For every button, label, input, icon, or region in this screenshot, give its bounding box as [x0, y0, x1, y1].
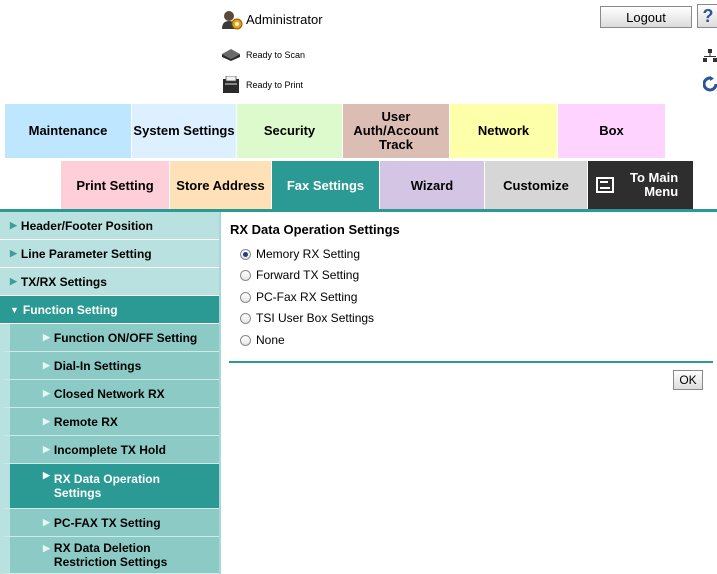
triangle-right-icon: ▶	[43, 388, 50, 398]
radio-pc-fax-rx-setting[interactable]: PC-Fax RX Setting	[240, 290, 357, 304]
tab-print-setting[interactable]: Print Setting	[61, 161, 170, 209]
radio-button[interactable]	[240, 312, 251, 324]
content-divider	[229, 361, 713, 363]
sidebar-item-rx-data-operation-settings[interactable]: ▶ RX Data Operation Settings	[0, 464, 219, 509]
triangle-right-icon: ▶	[43, 470, 50, 480]
sidebar-item-header-footer-position[interactable]: ▶ Header/Footer Position	[0, 212, 219, 240]
tab-system-settings[interactable]: System Settings	[132, 104, 237, 158]
printer-icon	[223, 76, 239, 93]
radio-label: None	[256, 333, 285, 347]
sidebar-item-pc-fax-tx-setting[interactable]: ▶ PC-FAX TX Setting	[0, 509, 219, 537]
sidebar-item-label: Incomplete TX Hold	[53, 442, 166, 457]
network-icon[interactable]	[703, 49, 717, 68]
radio-label: TSI User Box Settings	[256, 311, 375, 325]
print-status: Ready to Print	[221, 76, 303, 94]
tab-network[interactable]: Network	[450, 104, 558, 158]
sidebar-item-function-setting[interactable]: ▼ Function Setting	[0, 296, 219, 324]
radio-memory-rx-setting[interactable]: Memory RX Setting	[240, 247, 360, 261]
triangle-right-icon: ▶	[10, 276, 17, 286]
sidebar-item-closed-network-rx[interactable]: ▶ Closed Network RX	[0, 380, 219, 408]
sidebar-item-label: Dial-In Settings	[53, 358, 142, 373]
tab-fax-settings[interactable]: Fax Settings	[272, 161, 380, 209]
scan-status: Ready to Scan	[221, 48, 305, 62]
tab-box[interactable]: Box	[558, 104, 666, 158]
tab-security[interactable]: Security	[237, 104, 343, 158]
triangle-right-icon: ▶	[43, 444, 50, 454]
logout-button[interactable]: Logout	[600, 6, 692, 28]
triangle-right-icon: ▶	[43, 332, 50, 342]
sidebar-item-remote-rx[interactable]: ▶ Remote RX	[0, 408, 219, 436]
sidebar-item-incomplete-tx-hold[interactable]: ▶ Incomplete TX Hold	[0, 436, 219, 464]
sidebar-item-label: Function ON/OFF Setting	[53, 330, 198, 345]
radio-button[interactable]	[240, 248, 251, 260]
ok-button[interactable]: OK	[673, 370, 703, 390]
triangle-right-icon: ▶	[43, 360, 50, 370]
sidebar-item-label: PC-FAX TX Setting	[53, 515, 161, 530]
tab-maintenance[interactable]: Maintenance	[5, 104, 132, 158]
tab-user-auth-account-track[interactable]: User Auth/Account Track	[343, 104, 450, 158]
tab-customize[interactable]: Customize	[485, 161, 588, 209]
sidebar-item-dial-in-settings[interactable]: ▶ Dial-In Settings	[0, 352, 219, 380]
radio-none[interactable]: None	[240, 333, 285, 347]
radio-label: Forward TX Setting	[256, 268, 360, 282]
user-label: Administrator	[246, 12, 323, 27]
scan-status-text: Ready to Scan	[246, 50, 306, 60]
triangle-down-icon: ▼	[10, 304, 19, 315]
main-menu-icon	[596, 177, 614, 193]
print-status-text: Ready to Print	[246, 80, 304, 90]
sidebar-item-label: Line Parameter Setting	[20, 246, 152, 261]
triangle-right-icon: ▶	[43, 517, 50, 527]
triangle-right-icon: ▶	[43, 543, 50, 553]
tab-store-address[interactable]: Store Address	[170, 161, 272, 209]
scanner-icon	[222, 49, 240, 61]
triangle-right-icon: ▶	[10, 248, 17, 258]
sidebar-item-label: Header/Footer Position	[20, 218, 153, 233]
help-icon[interactable]: ?	[697, 4, 717, 28]
sidebar-item-label: Closed Network RX	[53, 386, 165, 401]
radio-label: PC-Fax RX Setting	[256, 290, 358, 304]
to-main-menu-button[interactable]: To Main Menu	[588, 161, 694, 209]
sidebar-item-function-on-off-setting[interactable]: ▶ Function ON/OFF Setting	[0, 324, 219, 352]
sidebar-item-label: Remote RX	[53, 414, 118, 429]
page-title: RX Data Operation Settings	[230, 222, 400, 237]
radio-button[interactable]	[240, 269, 251, 281]
sidebar-item-tx-rx-settings[interactable]: ▶ TX/RX Settings	[0, 268, 219, 296]
sidebar-item-label: RX Data Deletion Restriction Settings	[53, 541, 168, 569]
radio-button[interactable]	[240, 334, 251, 346]
tab-wizard[interactable]: Wizard	[380, 161, 485, 209]
sidebar-item-label: TX/RX Settings	[20, 274, 107, 289]
radio-label: Memory RX Setting	[256, 247, 361, 261]
sidebar-item-label: Function Setting	[22, 302, 118, 317]
sidebar-item-rx-data-deletion-restriction-settings[interactable]: ▶ RX Data Deletion Restriction Settings	[0, 537, 219, 574]
administrator-icon	[221, 9, 243, 31]
triangle-right-icon: ▶	[10, 220, 17, 230]
radio-forward-tx-setting[interactable]: Forward TX Setting	[240, 268, 359, 282]
sidebar-item-line-parameter-setting[interactable]: ▶ Line Parameter Setting	[0, 240, 219, 268]
radio-button[interactable]	[240, 291, 251, 303]
radio-tsi-user-box-settings[interactable]: TSI User Box Settings	[240, 311, 374, 325]
sidebar-item-label: RX Data Operation Settings	[53, 472, 160, 500]
refresh-icon[interactable]	[702, 76, 717, 97]
triangle-right-icon: ▶	[43, 416, 50, 426]
